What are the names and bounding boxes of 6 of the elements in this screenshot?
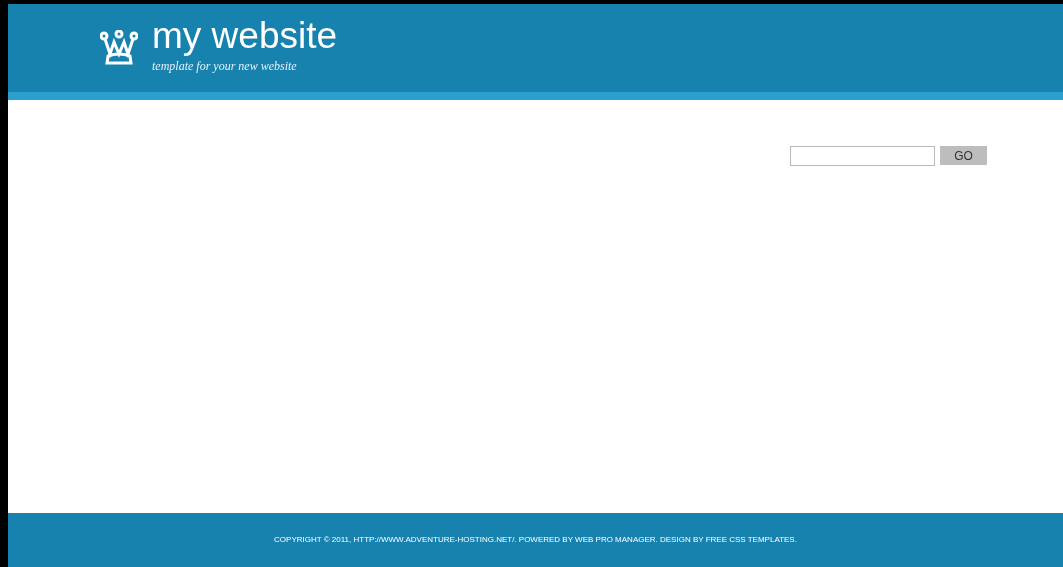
site-title: my website	[152, 16, 338, 56]
site-tagline: template for your new website	[152, 58, 298, 74]
search-field[interactable]	[790, 146, 935, 166]
crown-icon	[100, 30, 138, 66]
footer-text: COPYRIGHT © 2011, HTTP://WWW.ADVENTURE-HOSTING.NET/. POWERED BY WEB PRO MANAGER. DESIGN BY FREE CSS TEMPLATES.	[274, 534, 797, 546]
go-button[interactable]: GO	[940, 146, 987, 165]
